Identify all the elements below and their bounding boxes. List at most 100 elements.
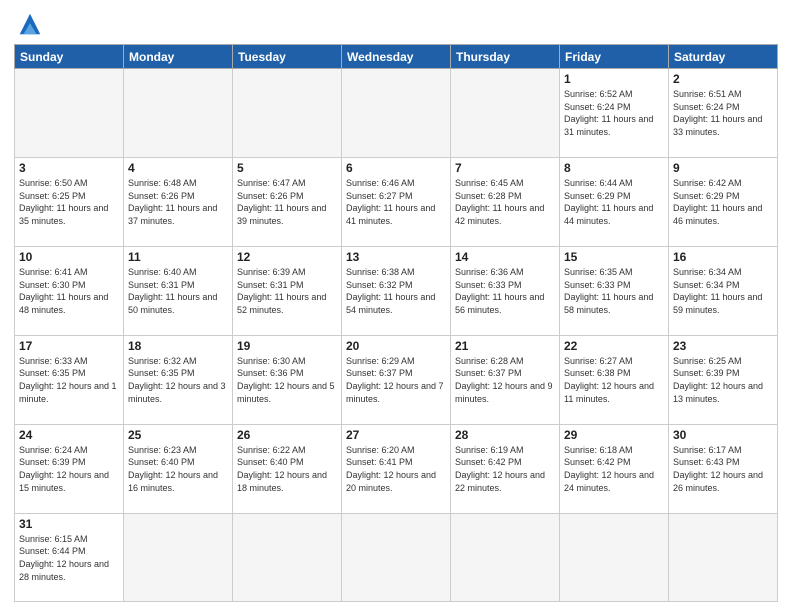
calendar-cell [233,513,342,601]
calendar-cell [15,69,124,158]
day-number: 12 [237,250,337,264]
sun-info: Sunrise: 6:42 AMSunset: 6:29 PMDaylight:… [673,177,773,227]
sun-info: Sunrise: 6:28 AMSunset: 6:37 PMDaylight:… [455,355,555,405]
day-number: 5 [237,161,337,175]
sun-info: Sunrise: 6:48 AMSunset: 6:26 PMDaylight:… [128,177,228,227]
sun-info: Sunrise: 6:46 AMSunset: 6:27 PMDaylight:… [346,177,446,227]
sun-info: Sunrise: 6:36 AMSunset: 6:33 PMDaylight:… [455,266,555,316]
calendar-cell: 23 Sunrise: 6:25 AMSunset: 6:39 PMDayligh… [669,335,778,424]
calendar-cell: 8 Sunrise: 6:44 AMSunset: 6:29 PMDaylight… [560,157,669,246]
day-number: 10 [19,250,119,264]
calendar-cell: 28 Sunrise: 6:19 AMSunset: 6:42 PMDayligh… [451,424,560,513]
calendar-table: SundayMondayTuesdayWednesdayThursdayFrid… [14,44,778,602]
calendar-cell [124,69,233,158]
calendar-cell: 6 Sunrise: 6:46 AMSunset: 6:27 PMDaylight… [342,157,451,246]
day-number: 15 [564,250,664,264]
calendar-week-row: 3Sunrise: 6:50 AMSunset: 6:25 PMDaylight… [15,157,778,246]
calendar-week-row: 17 Sunrise: 6:33 AMSunset: 6:35 PMDayligh… [15,335,778,424]
logo [14,10,44,38]
day-number: 11 [128,250,228,264]
day-number: 7 [455,161,555,175]
sun-info: Sunrise: 6:41 AMSunset: 6:30 PMDaylight:… [19,266,119,316]
sun-info: Sunrise: 6:29 AMSunset: 6:37 PMDaylight:… [346,355,446,405]
calendar-cell [342,513,451,601]
day-number: 24 [19,428,119,442]
page: SundayMondayTuesdayWednesdayThursdayFrid… [0,0,792,612]
calendar-week-row: 10 Sunrise: 6:41 AMSunset: 6:30 PMDayligh… [15,246,778,335]
calendar-week-row: 31 Sunrise: 6:15 AMSunset: 6:44 PMDayligh… [15,513,778,601]
calendar-cell: 25 Sunrise: 6:23 AMSunset: 6:40 PMDayligh… [124,424,233,513]
day-number: 6 [346,161,446,175]
calendar-cell [451,513,560,601]
day-number: 22 [564,339,664,353]
calendar-header-row: SundayMondayTuesdayWednesdayThursdayFrid… [15,45,778,69]
calendar-cell: 21Sunrise: 6:28 AMSunset: 6:37 PMDayligh… [451,335,560,424]
sun-info: Sunrise: 6:33 AMSunset: 6:35 PMDaylight:… [19,355,119,405]
sun-info: Sunrise: 6:25 AMSunset: 6:39 PMDaylight:… [673,355,773,405]
sun-info: Sunrise: 6:44 AMSunset: 6:29 PMDaylight:… [564,177,664,227]
calendar-week-row: 24 Sunrise: 6:24 AMSunset: 6:39 PMDayligh… [15,424,778,513]
calendar-cell: 29 Sunrise: 6:18 AMSunset: 6:42 PMDayligh… [560,424,669,513]
day-number: 29 [564,428,664,442]
day-number: 30 [673,428,773,442]
calendar-cell [233,69,342,158]
calendar-cell: 11 Sunrise: 6:40 AMSunset: 6:31 PMDayligh… [124,246,233,335]
day-number: 25 [128,428,228,442]
calendar-cell: 16Sunrise: 6:34 AMSunset: 6:34 PMDayligh… [669,246,778,335]
calendar-cell [560,513,669,601]
sun-info: Sunrise: 6:34 AMSunset: 6:34 PMDaylight:… [673,266,773,316]
calendar-cell: 2Sunrise: 6:51 AMSunset: 6:24 PMDaylight… [669,69,778,158]
sun-info: Sunrise: 6:24 AMSunset: 6:39 PMDaylight:… [19,444,119,494]
calendar-cell: 24 Sunrise: 6:24 AMSunset: 6:39 PMDayligh… [15,424,124,513]
sun-info: Sunrise: 6:23 AMSunset: 6:40 PMDaylight:… [128,444,228,494]
calendar-cell: 9Sunrise: 6:42 AMSunset: 6:29 PMDaylight… [669,157,778,246]
day-number: 23 [673,339,773,353]
sun-info: Sunrise: 6:40 AMSunset: 6:31 PMDaylight:… [128,266,228,316]
sun-info: Sunrise: 6:15 AMSunset: 6:44 PMDaylight:… [19,533,119,583]
calendar-cell: 26Sunrise: 6:22 AMSunset: 6:40 PMDayligh… [233,424,342,513]
day-number: 13 [346,250,446,264]
calendar-cell: 31 Sunrise: 6:15 AMSunset: 6:44 PMDayligh… [15,513,124,601]
calendar-cell: 22 Sunrise: 6:27 AMSunset: 6:38 PMDayligh… [560,335,669,424]
logo-icon [16,10,44,38]
calendar-header-sunday: Sunday [15,45,124,69]
calendar-cell: 27Sunrise: 6:20 AMSunset: 6:41 PMDayligh… [342,424,451,513]
day-number: 3 [19,161,119,175]
calendar-cell: 13 Sunrise: 6:38 AMSunset: 6:32 PMDayligh… [342,246,451,335]
day-number: 31 [19,517,119,531]
day-number: 19 [237,339,337,353]
calendar-cell: 17 Sunrise: 6:33 AMSunset: 6:35 PMDayligh… [15,335,124,424]
day-number: 18 [128,339,228,353]
sun-info: Sunrise: 6:18 AMSunset: 6:42 PMDaylight:… [564,444,664,494]
sun-info: Sunrise: 6:52 AMSunset: 6:24 PMDaylight:… [564,88,664,138]
calendar-header-friday: Friday [560,45,669,69]
calendar-cell: 18 Sunrise: 6:32 AMSunset: 6:35 PMDayligh… [124,335,233,424]
calendar-cell: 30Sunrise: 6:17 AMSunset: 6:43 PMDayligh… [669,424,778,513]
calendar-cell: 7 Sunrise: 6:45 AMSunset: 6:28 PMDaylight… [451,157,560,246]
sun-info: Sunrise: 6:45 AMSunset: 6:28 PMDaylight:… [455,177,555,227]
calendar-cell [342,69,451,158]
day-number: 26 [237,428,337,442]
calendar-cell: 14Sunrise: 6:36 AMSunset: 6:33 PMDayligh… [451,246,560,335]
calendar-header-saturday: Saturday [669,45,778,69]
calendar-header-tuesday: Tuesday [233,45,342,69]
sun-info: Sunrise: 6:39 AMSunset: 6:31 PMDaylight:… [237,266,337,316]
calendar-header-thursday: Thursday [451,45,560,69]
calendar-cell [124,513,233,601]
day-number: 17 [19,339,119,353]
calendar-cell: 12 Sunrise: 6:39 AMSunset: 6:31 PMDayligh… [233,246,342,335]
calendar-cell: 20 Sunrise: 6:29 AMSunset: 6:37 PMDayligh… [342,335,451,424]
sun-info: Sunrise: 6:27 AMSunset: 6:38 PMDaylight:… [564,355,664,405]
day-number: 8 [564,161,664,175]
calendar-header-monday: Monday [124,45,233,69]
calendar-cell: 3Sunrise: 6:50 AMSunset: 6:25 PMDaylight… [15,157,124,246]
sun-info: Sunrise: 6:19 AMSunset: 6:42 PMDaylight:… [455,444,555,494]
sun-info: Sunrise: 6:47 AMSunset: 6:26 PMDaylight:… [237,177,337,227]
sun-info: Sunrise: 6:32 AMSunset: 6:35 PMDaylight:… [128,355,228,405]
calendar-cell: 5 Sunrise: 6:47 AMSunset: 6:26 PMDaylight… [233,157,342,246]
sun-info: Sunrise: 6:38 AMSunset: 6:32 PMDaylight:… [346,266,446,316]
sun-info: Sunrise: 6:20 AMSunset: 6:41 PMDaylight:… [346,444,446,494]
day-number: 20 [346,339,446,353]
day-number: 28 [455,428,555,442]
calendar-cell: 10 Sunrise: 6:41 AMSunset: 6:30 PMDayligh… [15,246,124,335]
